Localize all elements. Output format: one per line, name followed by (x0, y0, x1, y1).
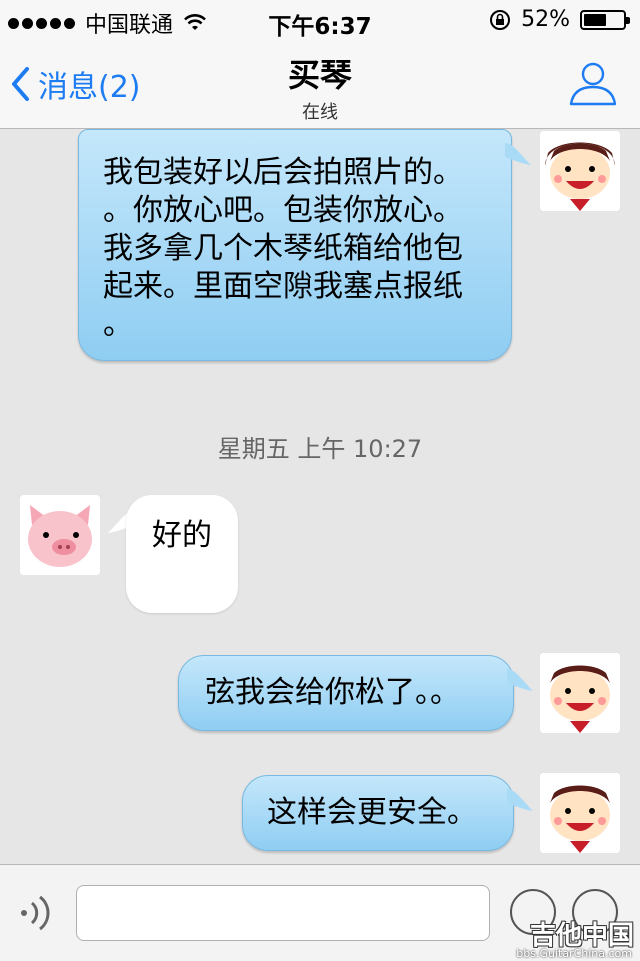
profile-icon[interactable] (568, 58, 618, 108)
avatar-me[interactable] (540, 131, 620, 211)
chat-area[interactable]: 我包装好以后会拍照片的。 。你放心吧。包装你放心。 我多拿几个木琴纸箱给他包 起… (0, 129, 640, 864)
bubble-tail (507, 669, 533, 691)
avatar-me[interactable] (540, 653, 620, 733)
watermark-url: bbs.GuitarChina.com (516, 947, 632, 960)
message-bubble-incoming[interactable]: 好的 (126, 495, 238, 613)
avatar-other[interactable] (20, 495, 100, 575)
message-text-line: 起来。里面空隙我塞点报纸 (103, 269, 463, 304)
cartoon-boy-avatar-icon (540, 653, 620, 733)
rotation-lock-icon (490, 9, 511, 30)
cartoon-boy-avatar-icon (540, 131, 620, 211)
bubble-tail (505, 143, 531, 165)
bubble-tail (507, 789, 533, 811)
nav-bar: 消息(2) 买琴 在线 (0, 40, 640, 129)
message-text-line: 。 (103, 307, 133, 342)
timestamp: 星期五 上午 10:27 (217, 435, 423, 463)
online-status: 在线 (302, 102, 338, 123)
chat-title: 买琴 (287, 56, 352, 94)
message-text: 这样会更安全。 (267, 795, 477, 830)
battery-icon (580, 9, 630, 30)
message-bubble-outgoing[interactable]: 我包装好以后会拍照片的。 。你放心吧。包装你放心。 我多拿几个木琴纸箱给他包 起… (78, 129, 512, 361)
watermark: 吉他中国 bbs.GuitarChina.com (484, 915, 634, 961)
input-bar: 吉他中国 bbs.GuitarChina.com (0, 864, 640, 961)
message-bubble-outgoing[interactable]: 弦我会给你松了。。 (178, 655, 514, 731)
pig-avatar-icon (20, 495, 100, 575)
message-text: 好的 (152, 518, 212, 553)
message-input[interactable] (76, 885, 490, 941)
cartoon-boy-avatar-icon (540, 773, 620, 853)
message-text: 弦我会给你松了。。 (205, 675, 460, 710)
message-text-line: 我包装好以后会拍照片的。 (103, 155, 463, 190)
battery-percent: 52% (521, 7, 570, 32)
message-text-line: 我多拿几个木琴纸箱给他包 (103, 231, 463, 266)
message-text-line: 。你放心吧。包装你放心。 (103, 193, 463, 228)
avatar-me[interactable] (540, 773, 620, 853)
status-right: 52% (489, 7, 630, 32)
status-bar: 中国联通 下午6:37 52% (0, 0, 640, 40)
message-bubble-outgoing[interactable]: 这样会更安全。 (242, 775, 514, 851)
voice-icon[interactable] (18, 891, 58, 935)
